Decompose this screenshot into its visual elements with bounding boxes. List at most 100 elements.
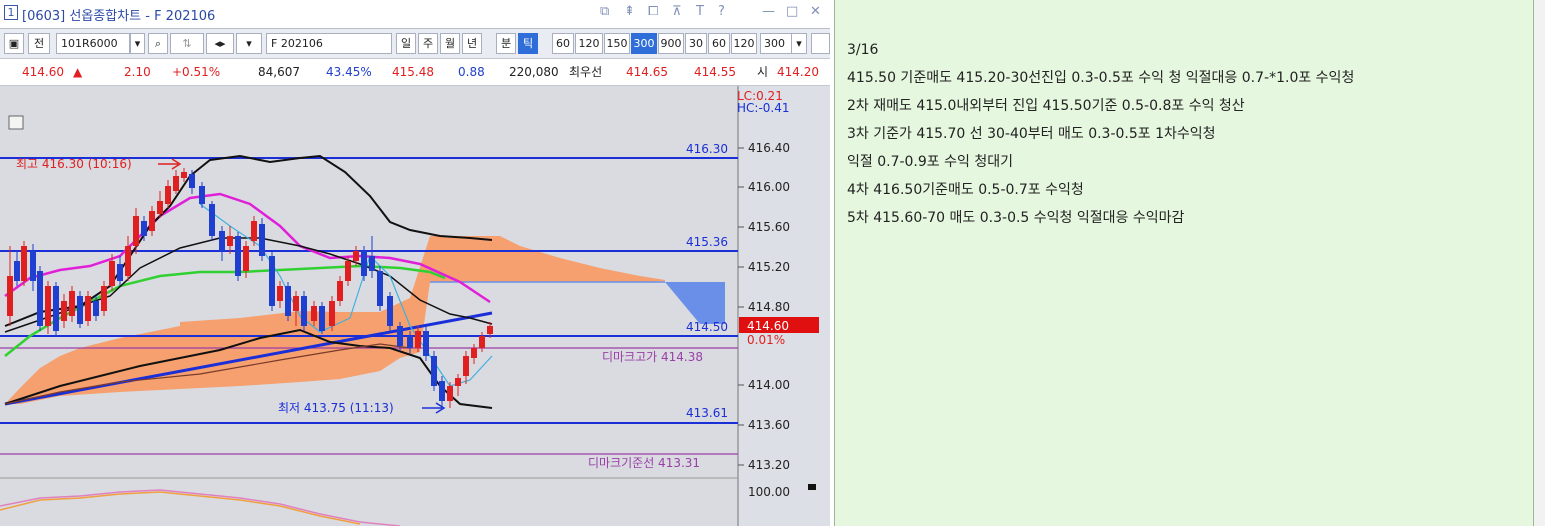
candle (463, 356, 469, 376)
period-month[interactable]: 월 (440, 33, 460, 54)
close-icon[interactable]: ✕ (810, 4, 821, 19)
candle (447, 386, 453, 401)
candle (30, 251, 36, 281)
axis-tick-label: 414.80 (748, 300, 790, 314)
candle (21, 246, 27, 281)
period-tick[interactable]: 틱 (518, 33, 538, 54)
candle (117, 264, 123, 281)
interval-120[interactable]: 120 (575, 33, 603, 54)
price-change: 2.10 (124, 65, 151, 79)
chevron-down-icon[interactable]: ▾ (236, 33, 262, 54)
quote-v2: 0.88 (458, 65, 485, 79)
current-price: 414.60 (22, 65, 64, 79)
interval-60b[interactable]: 60 (708, 33, 730, 54)
chart-toolbar: ▣ 전 101R6000 ▾ ⌕ ⇅ ◂▸ ▾ F 202106 일 주 월 년… (0, 29, 830, 59)
candle (319, 306, 325, 331)
axis-tick-label: 415.60 (748, 220, 790, 234)
candle (431, 356, 437, 386)
candle (7, 276, 13, 316)
stick-icon[interactable]: ⊼ (672, 4, 682, 19)
candle (165, 186, 171, 204)
ask-price: 414.65 (626, 65, 668, 79)
interval-60[interactable]: 60 (552, 33, 574, 54)
quote-v3: 220,080 (509, 65, 559, 79)
candle (285, 286, 291, 316)
notes-panel[interactable]: 3/16 415.50 기준매도 415.20-30선진입 0.3-0.5포 수… (834, 0, 1534, 526)
prev-button[interactable]: 전 (28, 33, 50, 54)
best-quote-label: 최우선 (569, 65, 603, 79)
candle (227, 236, 233, 246)
search-icon[interactable]: ⌕ (148, 33, 168, 54)
period-week[interactable]: 주 (418, 33, 438, 54)
font-icon[interactable]: T (696, 4, 704, 19)
candle (141, 221, 147, 236)
price-chart[interactable]: 최고 416.30 (10:16) 최저 413.75 (11:13) 416.… (0, 86, 830, 526)
bid-price: 414.55 (694, 65, 736, 79)
candle (109, 261, 115, 286)
candle (37, 271, 43, 326)
chevron-down-icon[interactable]: ▾ (130, 33, 145, 54)
candle (61, 301, 67, 321)
candle (243, 246, 249, 271)
note-line: 5차 415.60-70 매도 0.3-0.5 수익청 익절대응 수익마감 (847, 210, 1185, 226)
candle (345, 261, 351, 281)
pin-icon[interactable]: ⇞ (624, 4, 635, 19)
period-minute[interactable]: 분 (496, 33, 516, 54)
interval-120b[interactable]: 120 (731, 33, 757, 54)
window-titlebar: 1 [0603] 선옵종합차트 - F 202106 ⧉ ⇞ ⧠ ⊼ T ? —… (0, 0, 830, 29)
period-day[interactable]: 일 (396, 33, 416, 54)
candle (479, 336, 485, 348)
interval-150[interactable]: 150 (604, 33, 630, 54)
dimark-high-label: 디마크고가 414.38 (602, 350, 703, 364)
tile-icon[interactable]: ⧉ (600, 4, 609, 19)
minimize-icon[interactable]: — (762, 4, 775, 19)
interval-300[interactable]: 300 (631, 33, 657, 54)
osc-marker-icon (808, 484, 816, 490)
candle (311, 306, 317, 321)
window-edge (1534, 0, 1545, 526)
level-label-2: 415.36 (686, 235, 728, 249)
candle (77, 296, 83, 324)
maximize-icon[interactable]: □ (786, 4, 798, 19)
open-price: 414.20 (777, 65, 819, 79)
candle (45, 286, 51, 326)
candle (277, 286, 283, 301)
code-input[interactable]: 101R6000 (56, 33, 130, 54)
axis-tick-label: 414.00 (748, 378, 790, 392)
interval-30[interactable]: 30 (685, 33, 707, 54)
candle (14, 261, 20, 281)
note-line: 3/16 (847, 42, 879, 58)
candle (101, 286, 107, 311)
candle (125, 246, 131, 276)
candle (199, 186, 205, 204)
level-label-3: 414.50 (686, 320, 728, 334)
symbol-input[interactable]: F 202106 (266, 33, 392, 54)
axis-tick-label: 413.60 (748, 418, 790, 432)
interval-900[interactable]: 900 (658, 33, 684, 54)
note-line: 4차 416.50기준매도 0.5-0.7포 수익청 (847, 182, 1084, 198)
spinner-icon[interactable]: ⇅ (170, 33, 204, 54)
candle (415, 331, 421, 348)
period-year[interactable]: 년 (462, 33, 482, 54)
candle (377, 271, 383, 306)
osc-tick: 100.00 (748, 485, 790, 499)
notes-text: 3/16 415.50 기준매도 415.20-30선진입 0.3-0.5포 수… (847, 36, 1354, 232)
candle (423, 331, 429, 356)
price-change-pct: +0.51% (172, 65, 221, 79)
speaker-icon[interactable]: ◂▸ (206, 33, 234, 54)
layout-icon[interactable]: ▣ (4, 33, 24, 54)
grid-toggle-icon[interactable] (8, 115, 24, 130)
extra-input[interactable] (811, 33, 830, 54)
current-price-label: 414.60 (747, 319, 789, 333)
candle (471, 348, 477, 358)
candle (387, 296, 393, 326)
candle (397, 326, 403, 346)
restore-icon[interactable]: ⧠ (648, 4, 658, 19)
interval-select[interactable]: 300 (760, 33, 792, 54)
candle (329, 301, 335, 326)
up-arrow-icon: ▲ (73, 65, 83, 79)
candle (133, 216, 139, 246)
candle (85, 296, 91, 321)
help-icon[interactable]: ? (718, 4, 725, 19)
chevron-down-icon[interactable]: ▾ (791, 33, 807, 54)
